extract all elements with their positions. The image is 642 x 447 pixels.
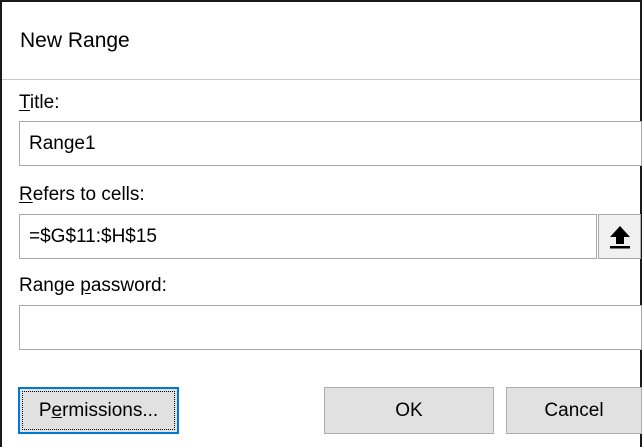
permissions-focus-ring: Pe rmissions... xyxy=(22,391,175,430)
range-password-label-text: assword: xyxy=(90,275,167,296)
dialog-title: New Range xyxy=(20,29,130,52)
refers-to-label: Refers to cells: xyxy=(19,183,145,207)
title-input[interactable]: Range1 xyxy=(19,121,642,166)
range-password-input[interactable] xyxy=(19,305,642,350)
range-password-label-pre: Range xyxy=(19,275,81,296)
ok-button[interactable]: OK xyxy=(324,387,494,434)
permissions-label-pre: P xyxy=(38,399,52,421)
refers-to-label-text: efers to cells: xyxy=(32,184,145,205)
title-input-value: Range1 xyxy=(29,133,96,154)
dialog-titlebar[interactable]: New Range xyxy=(2,2,640,80)
new-range-dialog: New Range Title: Range1 Refers to cells:… xyxy=(0,0,642,447)
up-arrow-icon xyxy=(609,225,630,248)
range-password-label: Range password: xyxy=(19,274,167,298)
title-label-accelerator: T xyxy=(19,92,30,113)
permissions-label-text: rmissions... xyxy=(62,399,159,421)
refers-to-label-accelerator: R xyxy=(19,184,33,205)
refers-to-input-value: =$G$11:$H$15 xyxy=(29,226,157,247)
cancel-button[interactable]: Cancel xyxy=(506,387,642,434)
title-label-text: itle: xyxy=(29,92,60,113)
permissions-button[interactable]: Pe rmissions... xyxy=(18,387,179,434)
cancel-button-label: Cancel xyxy=(544,399,604,421)
title-label: Title: xyxy=(19,91,59,115)
refers-to-input[interactable]: =$G$11:$H$15 xyxy=(19,214,597,259)
collapse-dialog-button[interactable] xyxy=(598,214,641,259)
range-password-label-accelerator: p xyxy=(80,275,91,296)
permissions-label-accelerator: e xyxy=(51,399,63,421)
ok-button-label: OK xyxy=(395,399,423,421)
